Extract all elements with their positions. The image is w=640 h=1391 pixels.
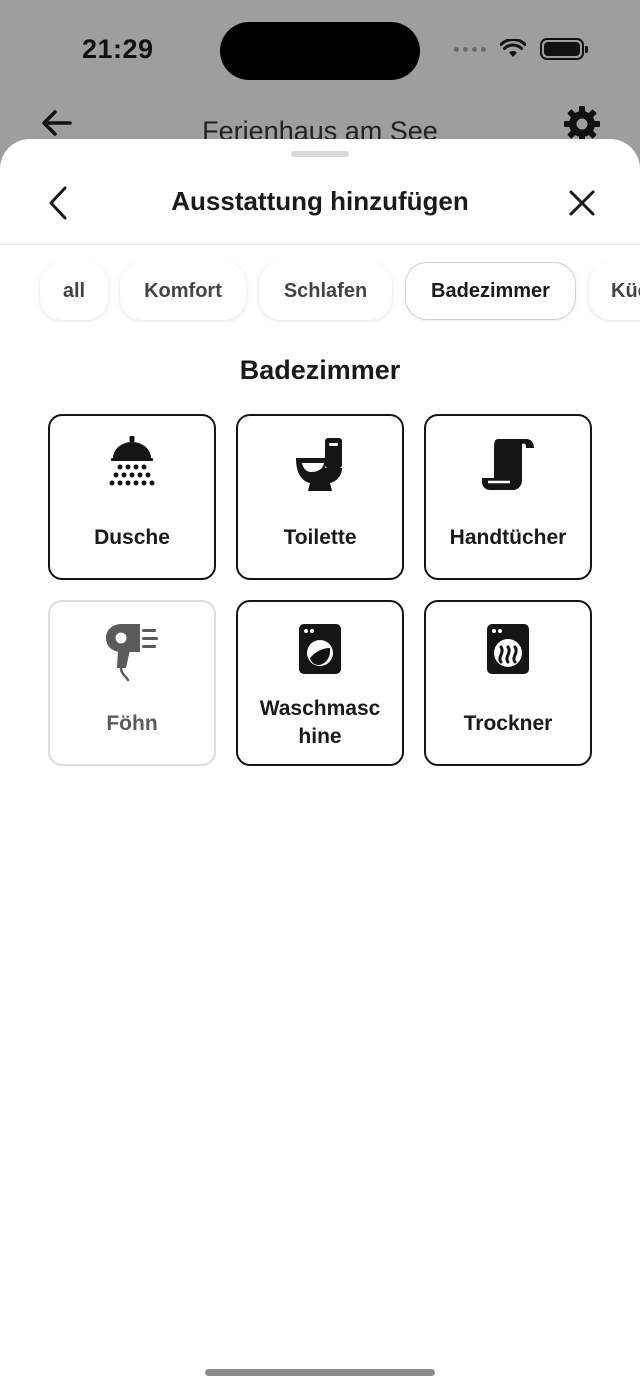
category-chip-badezimmer[interactable]: Badezimmer (405, 262, 576, 320)
amenity-tile-foehn[interactable]: Föhn (48, 600, 216, 766)
close-icon (569, 190, 595, 216)
towel-icon (482, 439, 534, 490)
status-time: 21:29 (82, 34, 154, 64)
cellular-signal-icon (454, 46, 486, 52)
category-chip-kueche[interactable]: Küche (589, 262, 640, 320)
dryer-icon (487, 624, 529, 674)
amenity-label: Trockner (463, 712, 553, 735)
add-amenities-sheet: Ausstattung hinzufügen all Komfort Schla… (0, 139, 640, 1391)
sheet-title: Ausstattung hinzufügen (171, 186, 469, 216)
toilet-icon (296, 438, 342, 491)
close-button[interactable] (564, 185, 600, 221)
battery-icon (540, 38, 588, 60)
sheet-grabber[interactable] (291, 151, 349, 157)
amenity-tile-trockner[interactable]: Trockner (424, 600, 592, 766)
hair-dryer-icon (106, 624, 158, 682)
home-indicator[interactable] (205, 1369, 435, 1376)
category-chip-all[interactable]: all (40, 262, 108, 320)
amenity-tile-toilette[interactable]: Toilette (236, 414, 404, 580)
category-chip-schlafen[interactable]: Schlafen (259, 262, 392, 320)
amenity-tile-waschmaschine[interactable]: Waschmasc hine (236, 600, 404, 766)
amenity-label: Handtücher (449, 526, 567, 549)
wifi-icon (500, 39, 526, 57)
background-settings-gear-icon (564, 106, 600, 142)
amenity-label: Dusche (94, 526, 170, 549)
category-chip-komfort[interactable]: Komfort (120, 262, 246, 320)
amenity-tile-handtuecher[interactable]: Handtücher (424, 414, 592, 580)
washing-machine-icon (299, 624, 341, 674)
section-title: Badezimmer (239, 355, 401, 385)
amenity-tile-dusche[interactable]: Dusche (48, 414, 216, 580)
shower-icon (109, 436, 155, 486)
amenity-label-line1: Waschmasc (259, 697, 381, 720)
dynamic-island (220, 22, 420, 80)
status-icons (454, 38, 588, 60)
amenity-label: Toilette (283, 526, 357, 549)
amenity-label: Waschmasc hine (244, 695, 396, 751)
sheet-header: Ausstattung hinzufügen (0, 169, 640, 245)
amenity-label-line2: hine (298, 725, 342, 748)
category-filter-bar[interactable]: all Komfort Schlafen Badezimmer Küche (0, 262, 640, 322)
amenity-label: Föhn (106, 712, 158, 735)
